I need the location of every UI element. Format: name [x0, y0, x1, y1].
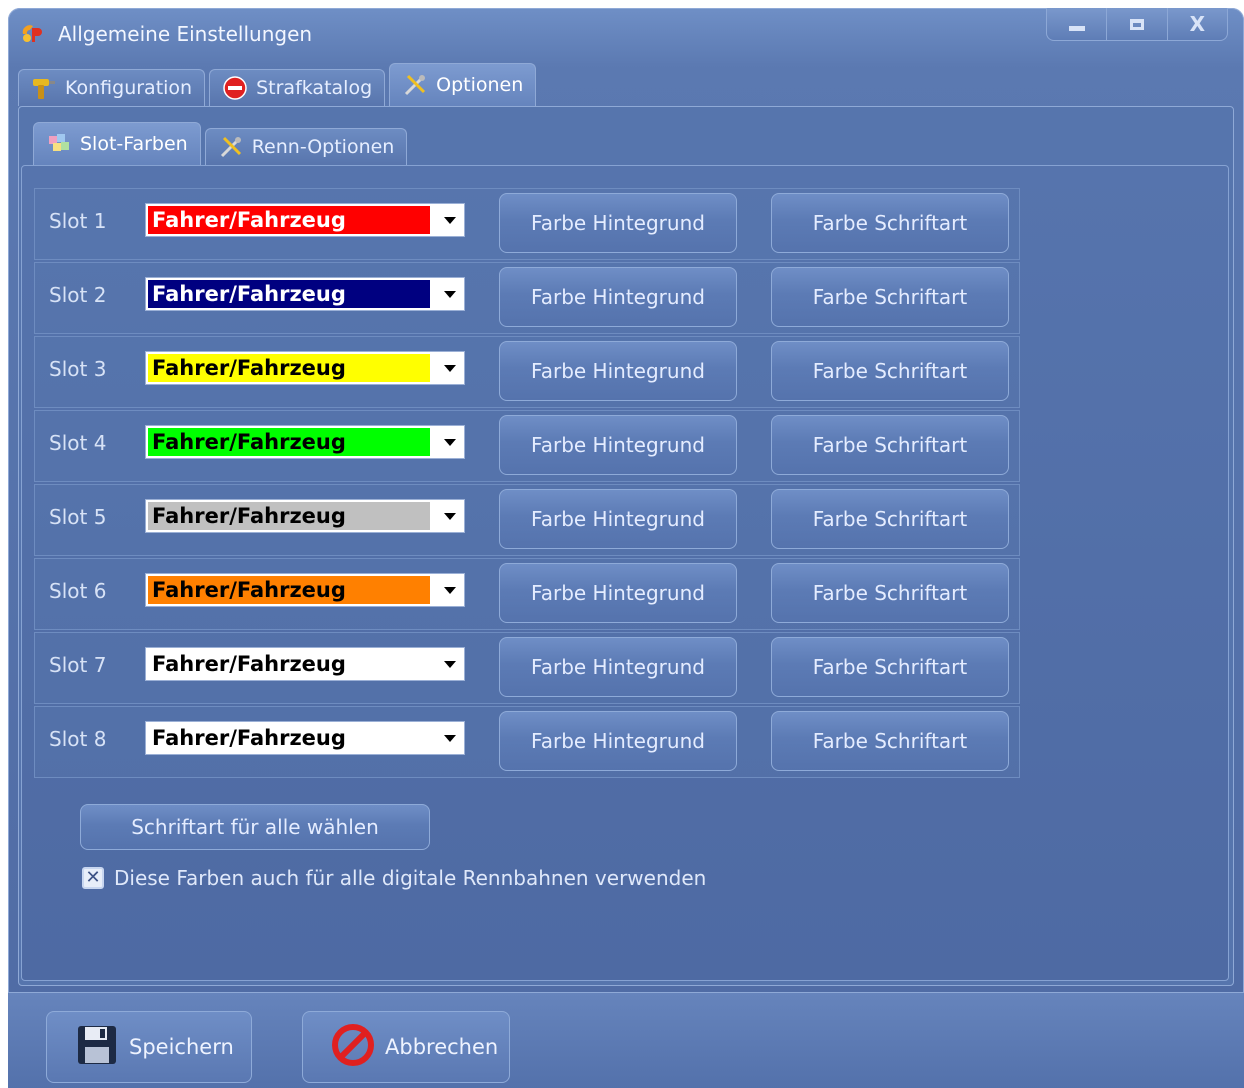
- font-color-button[interactable]: Farbe Schriftart: [771, 267, 1009, 327]
- minimize-button[interactable]: [1047, 8, 1108, 40]
- apply-digital-tracks-option[interactable]: ✕ Diese Farben auch für alle digitale Re…: [82, 866, 706, 890]
- slot-dropdown[interactable]: Fahrer/Fahrzeug: [145, 647, 465, 681]
- font-color-button[interactable]: Farbe Schriftart: [771, 563, 1009, 623]
- slot-row: Slot 4 Fahrer/Fahrzeug Farbe Hintegrund …: [34, 410, 1020, 482]
- slot-row: Slot 5 Fahrer/Fahrzeug Farbe Hintegrund …: [34, 484, 1020, 556]
- background-color-button[interactable]: Farbe Hintegrund: [499, 341, 737, 401]
- dropdown-arrow-icon[interactable]: [444, 217, 456, 224]
- font-color-button[interactable]: Farbe Schriftart: [771, 193, 1009, 253]
- cancel-label: Abbrechen: [385, 1035, 499, 1059]
- checkbox-label: Diese Farben auch für alle digitale Renn…: [114, 866, 707, 890]
- sub-tabs: Slot-Farben Renn-Optionen: [33, 117, 411, 165]
- maximize-button[interactable]: [1107, 8, 1168, 40]
- slot-dropdown[interactable]: Fahrer/Fahrzeug: [145, 573, 465, 607]
- save-button[interactable]: Speichern: [46, 1011, 252, 1083]
- settings-window: Allgemeine Einstellungen X Konfiguration: [8, 8, 1244, 1088]
- tab-label: Renn-Optionen: [251, 136, 395, 158]
- close-icon: X: [1189, 12, 1206, 36]
- slot-dropdown-value: Fahrer/Fahrzeug: [148, 428, 430, 456]
- slot-dropdown-value: Fahrer/Fahrzeug: [148, 650, 430, 678]
- dropdown-arrow-icon[interactable]: [444, 661, 456, 668]
- background-color-button[interactable]: Farbe Hintegrund: [499, 711, 737, 771]
- slot-row: Slot 8 Fahrer/Fahrzeug Farbe Hintegrund …: [34, 706, 1020, 778]
- slot-dropdown-value: Fahrer/Fahrzeug: [148, 206, 430, 234]
- dropdown-arrow-icon[interactable]: [444, 365, 456, 372]
- maximize-icon: [1129, 18, 1144, 30]
- slot-row: Slot 2 Fahrer/Fahrzeug Farbe Hintegrund …: [34, 262, 1020, 334]
- slot-dropdown-value: Fahrer/Fahrzeug: [148, 502, 430, 530]
- tab-label: Strafkatalog: [256, 77, 373, 99]
- dropdown-arrow-icon[interactable]: [444, 291, 456, 298]
- options-panel: Slot-Farben Renn-Optionen Slot 1 Fahrer/: [18, 106, 1234, 986]
- floppy-disk-icon: [75, 1023, 119, 1072]
- slot-label: Slot 3: [49, 357, 107, 381]
- font-color-button[interactable]: Farbe Schriftart: [771, 415, 1009, 475]
- close-button[interactable]: X: [1168, 8, 1227, 40]
- main-tabs: Konfiguration Strafkatalog Optionen: [18, 63, 540, 106]
- slot-row: Slot 3 Fahrer/Fahrzeug Farbe Hintegrund …: [34, 336, 1020, 408]
- font-color-button[interactable]: Farbe Schriftart: [771, 489, 1009, 549]
- slot-label: Slot 5: [49, 505, 107, 529]
- background-color-button[interactable]: Farbe Hintegrund: [499, 193, 737, 253]
- background-color-button[interactable]: Farbe Hintegrund: [499, 267, 737, 327]
- drill-icon: [31, 75, 57, 101]
- font-color-button[interactable]: Farbe Schriftart: [771, 637, 1009, 697]
- dropdown-arrow-icon[interactable]: [444, 513, 456, 520]
- slot-dropdown[interactable]: Fahrer/Fahrzeug: [145, 721, 465, 755]
- slot-dropdown-value: Fahrer/Fahrzeug: [148, 354, 430, 382]
- slot-label: Slot 1: [49, 209, 107, 233]
- dropdown-arrow-icon[interactable]: [444, 587, 456, 594]
- palette-icon: [46, 131, 72, 157]
- slot-colors-panel: Slot 1 Fahrer/Fahrzeug Farbe Hintegrund …: [21, 165, 1229, 981]
- tools-icon: [218, 134, 244, 160]
- slot-row: Slot 6 Fahrer/Fahrzeug Farbe Hintegrund …: [34, 558, 1020, 630]
- window-title: Allgemeine Einstellungen: [58, 22, 313, 46]
- slot-label: Slot 2: [49, 283, 107, 307]
- slot-dropdown[interactable]: Fahrer/Fahrzeug: [145, 277, 465, 311]
- slot-dropdown[interactable]: Fahrer/Fahrzeug: [145, 203, 465, 237]
- slot-label: Slot 8: [49, 727, 107, 751]
- apply-digital-tracks-checkbox[interactable]: ✕: [82, 867, 104, 889]
- stop-sign-icon: [222, 75, 248, 101]
- slot-dropdown-value: Fahrer/Fahrzeug: [148, 724, 430, 752]
- tab-optionen[interactable]: Optionen: [389, 63, 537, 106]
- window-controls: X: [1046, 8, 1228, 41]
- dropdown-arrow-icon[interactable]: [444, 735, 456, 742]
- slot-dropdown[interactable]: Fahrer/Fahrzeug: [145, 351, 465, 385]
- slot-label: Slot 4: [49, 431, 107, 455]
- background-color-button[interactable]: Farbe Hintegrund: [499, 563, 737, 623]
- slot-row: Slot 7 Fahrer/Fahrzeug Farbe Hintegrund …: [34, 632, 1020, 704]
- font-for-all-button[interactable]: Schriftart für alle wählen: [80, 804, 430, 850]
- dropdown-arrow-icon[interactable]: [444, 439, 456, 446]
- no-entry-icon: [331, 1023, 375, 1072]
- tab-label: Konfiguration: [65, 77, 193, 99]
- font-color-button[interactable]: Farbe Schriftart: [771, 341, 1009, 401]
- footer-bar: Speichern Abbrechen: [8, 992, 1244, 1088]
- background-color-button[interactable]: Farbe Hintegrund: [499, 637, 737, 697]
- background-color-button[interactable]: Farbe Hintegrund: [499, 415, 737, 475]
- slot-dropdown[interactable]: Fahrer/Fahrzeug: [145, 425, 465, 459]
- slot-dropdown[interactable]: Fahrer/Fahrzeug: [145, 499, 465, 533]
- slot-row: Slot 1 Fahrer/Fahrzeug Farbe Hintegrund …: [34, 188, 1020, 260]
- tab-label: Slot-Farben: [80, 133, 188, 155]
- tab-label: Optionen: [436, 74, 524, 96]
- tab-slot-farben[interactable]: Slot-Farben: [33, 122, 201, 165]
- title-bar[interactable]: Allgemeine Einstellungen X: [8, 8, 1244, 64]
- background-color-button[interactable]: Farbe Hintegrund: [499, 489, 737, 549]
- tools-icon: [402, 72, 428, 98]
- slot-dropdown-value: Fahrer/Fahrzeug: [148, 280, 430, 308]
- save-label: Speichern: [129, 1035, 234, 1059]
- slot-label: Slot 7: [49, 653, 107, 677]
- minimize-icon: [1068, 25, 1085, 31]
- font-color-button[interactable]: Farbe Schriftart: [771, 711, 1009, 771]
- slot-label: Slot 6: [49, 579, 107, 603]
- cancel-button[interactable]: Abbrechen: [302, 1011, 510, 1083]
- tab-strafkatalog[interactable]: Strafkatalog: [209, 69, 386, 106]
- tab-konfiguration[interactable]: Konfiguration: [18, 69, 206, 106]
- tab-renn-optionen[interactable]: Renn-Optionen: [204, 128, 408, 165]
- slot-dropdown-value: Fahrer/Fahrzeug: [148, 576, 430, 604]
- app-logo-icon: [20, 22, 44, 46]
